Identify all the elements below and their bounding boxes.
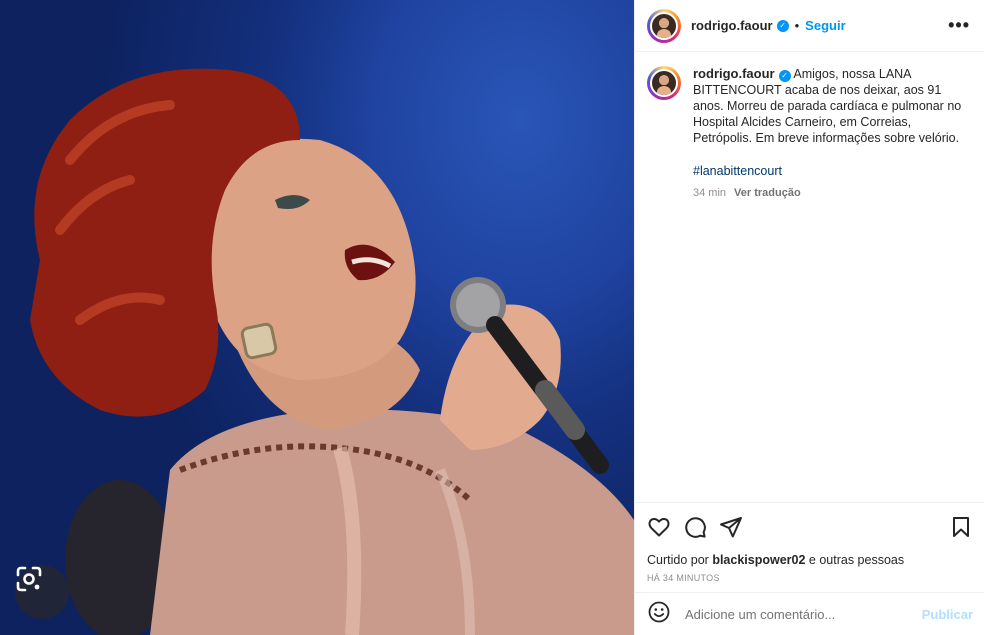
action-icons <box>647 515 973 539</box>
post-timestamp: HÁ 34 MINUTOS <box>647 573 720 583</box>
comment-input[interactable] <box>685 606 922 622</box>
liker-username[interactable]: blackispower02 <box>712 553 805 567</box>
publish-button[interactable]: Publicar <box>922 607 973 622</box>
likes-summary: Curtido por blackispower02 e outras pess… <box>647 553 973 567</box>
post-header: rodrigo.faour ✓ • Seguir ••• <box>635 0 984 52</box>
verified-badge-icon: ✓ <box>776 19 789 32</box>
emoji-icon[interactable] <box>647 600 671 629</box>
share-icon[interactable] <box>719 515 743 539</box>
comment-icon[interactable] <box>683 515 707 539</box>
singer-illustration <box>30 68 634 635</box>
follow-button[interactable]: Seguir <box>805 18 845 33</box>
author-username[interactable]: rodrigo.faour <box>691 18 773 33</box>
separator-dot: • <box>794 18 800 33</box>
see-translation-button[interactable]: Ver tradução <box>734 187 801 199</box>
heart-icon[interactable] <box>647 515 671 539</box>
post-age: 34 min <box>693 187 727 199</box>
likes-suffix[interactable]: e outras pessoas <box>809 553 904 567</box>
comment-bar: Publicar <box>635 592 984 635</box>
caption-body: rodrigo.faour ✓ Amigos, nossa LANA BITTEN… <box>693 66 972 201</box>
visual-search-button[interactable] <box>15 565 69 619</box>
avatar[interactable] <box>647 8 681 43</box>
likes-prefix: Curtido por <box>647 553 709 567</box>
caption-username[interactable]: rodrigo.faour <box>693 66 775 81</box>
caption-verified-badge-icon: ✓ <box>778 70 791 82</box>
action-bar: Curtido por blackispower02 e outras pess… <box>635 502 984 583</box>
caption-meta: 34 min Ver tradução <box>693 185 972 201</box>
post-side-panel: rodrigo.faour ✓ • Seguir ••• rodrigo.fao… <box>634 0 984 635</box>
hashtag-link[interactable]: #lanabittencourt <box>693 163 972 179</box>
caption: rodrigo.faour ✓ Amigos, nossa LANA BITTEN… <box>635 52 984 201</box>
bookmark-icon[interactable] <box>949 515 973 539</box>
post-photo[interactable] <box>0 0 634 635</box>
more-options-icon[interactable]: ••• <box>948 15 972 36</box>
caption-avatar[interactable] <box>647 66 681 100</box>
